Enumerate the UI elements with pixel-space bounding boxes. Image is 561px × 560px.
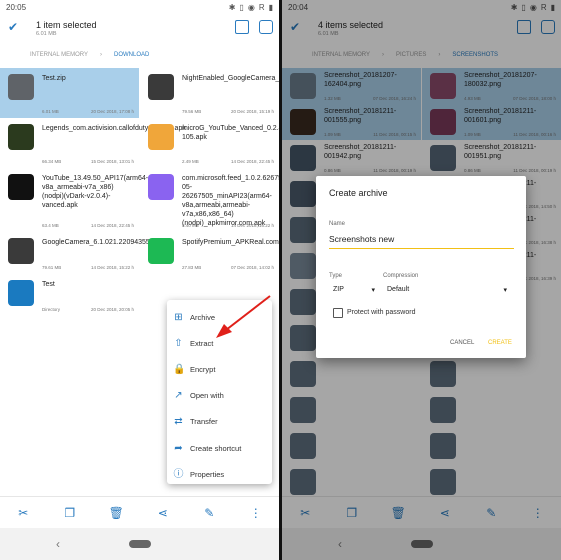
share-icon[interactable]: ⋖: [154, 506, 172, 520]
bottom-toolbar: ✂ ❐ 🗑 ⋖ ✎ ⋮: [0, 496, 279, 528]
more-icon[interactable]: ⋮: [247, 506, 265, 520]
name-label: Name: [329, 221, 346, 227]
compression-select[interactable]: Default ▾: [387, 286, 507, 294]
copy-icon[interactable]: ❐: [61, 506, 79, 520]
menu-item-transfer[interactable]: ⇄ Transfer: [167, 409, 272, 435]
left-screen: 20:05 ✱ ▯ ◉ R ▮ ✔ 1 item selected 6.01 M…: [0, 0, 279, 560]
compression-label: Compression: [383, 273, 419, 279]
transfer-icon: ⇄: [174, 416, 183, 428]
delete-icon[interactable]: 🗑: [107, 506, 125, 520]
compression-value: Default: [387, 286, 410, 293]
shortcut-icon: ➦: [174, 442, 183, 454]
menu-item-create-shortcut[interactable]: ➦ Create shortcut: [167, 435, 272, 461]
home-pill[interactable]: [129, 540, 151, 548]
password-label: Protect with password: [347, 309, 416, 316]
password-checkbox[interactable]: [333, 308, 343, 318]
annotation-arrow: [216, 295, 271, 338]
dropdown-icon: ▾: [371, 287, 375, 294]
dropdown-icon: ▾: [503, 287, 507, 294]
cancel-button[interactable]: CANCEL: [450, 340, 474, 346]
create-archive-dialog: Create archive Name Screenshots new Type…: [316, 176, 526, 358]
menu-item-label: Properties: [190, 469, 225, 479]
type-select[interactable]: ZIP ▾: [333, 286, 375, 294]
edit-icon[interactable]: ✎: [200, 506, 218, 520]
cut-icon[interactable]: ✂: [14, 506, 32, 520]
right-screen: 20:04 ✱ ▯ ◉ R ▮ ✔ 4 items selected 6.01 …: [282, 0, 561, 560]
type-label: Type: [329, 273, 343, 279]
type-value: ZIP: [333, 286, 344, 293]
archive-name-input[interactable]: Screenshots new: [329, 234, 514, 249]
android-navbar: ‹: [0, 528, 279, 560]
menu-item-label: Create shortcut: [190, 443, 242, 453]
info-icon: ⓘ: [173, 468, 184, 480]
dialog-title: Create archive: [329, 188, 388, 198]
back-icon[interactable]: ‹: [56, 537, 60, 551]
create-button[interactable]: CREATE: [488, 340, 512, 346]
menu-item-label: Transfer: [190, 417, 218, 427]
menu-item-properties[interactable]: ⓘ Properties: [167, 461, 272, 487]
